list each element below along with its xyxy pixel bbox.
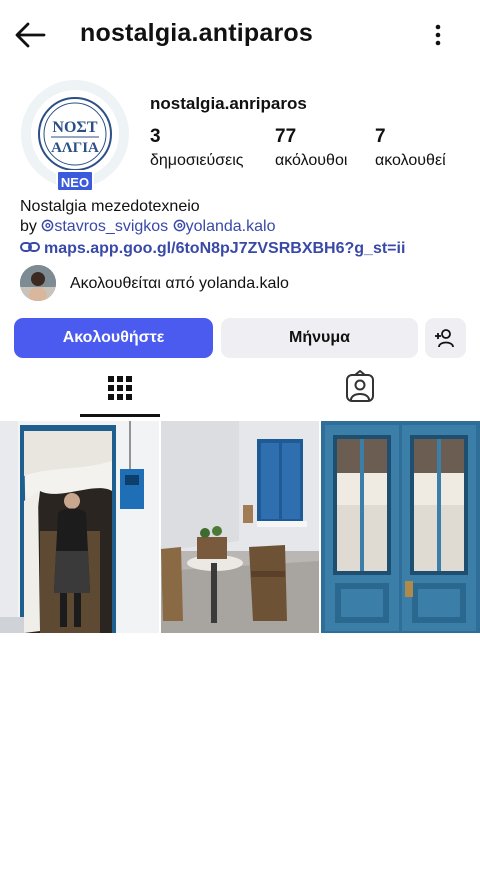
bio-name: Nostalgia mezedotexneio <box>20 198 200 215</box>
post-thumbnail-1[interactable] <box>0 421 159 633</box>
bio-byline: by stavros_svigkos yolanda.kalo <box>20 218 275 236</box>
svg-text:ΝΟΣΤ: ΝΟΣΤ <box>52 119 97 136</box>
stat-posts-count: 3 <box>150 126 161 147</box>
top-bar: nostalgia.antiparos <box>0 0 480 70</box>
mention-stavros[interactable]: stavros_svigkos <box>41 218 168 235</box>
stat-posts[interactable]: 3 δημοσιεύσεις <box>150 126 244 170</box>
followed-by-text: Ακολουθείται από yolanda.kalo <box>70 275 289 293</box>
stat-following-label: ακολουθεί <box>375 152 446 169</box>
followed-by-prefix: Ακολουθείται από <box>70 275 200 292</box>
stat-following[interactable]: 7 ακολουθεί <box>375 126 446 170</box>
follower-avatar <box>20 265 56 301</box>
stat-posts-label: δημοσιεύσεις <box>150 152 244 169</box>
page-title: nostalgia.antiparos <box>80 19 314 47</box>
add-user-button[interactable] <box>425 318 466 358</box>
follow-button[interactable]: Ακολουθήστε <box>14 318 213 358</box>
threads-icon <box>173 219 185 232</box>
svg-text:ΑΛΓΙΑ: ΑΛΓΙΑ <box>51 140 99 156</box>
avatar-logo: ΝΟΣΤ ΑΛΓΙΑ <box>31 90 119 178</box>
bio-link-text: maps.app.goo.gl/6toN8pJ7ZVSRBXBH6?g_st=i… <box>44 240 406 257</box>
add-user-icon <box>435 329 454 348</box>
back-arrow-icon[interactable] <box>14 20 46 50</box>
threads-icon <box>41 219 54 232</box>
tab-posts-grid[interactable] <box>80 370 160 418</box>
mention-yolanda-label: yolanda.kalo <box>185 218 276 235</box>
mention-yolanda[interactable]: yolanda.kalo <box>173 218 276 235</box>
new-badge: ΝΕΟ <box>56 170 94 192</box>
message-button[interactable]: Μήνυμα <box>221 318 418 358</box>
profile-username: nostalgia.anriparos <box>150 94 307 113</box>
stat-followers-label: ακόλουθοι <box>275 152 348 169</box>
grid-icon <box>108 376 132 400</box>
link-icon <box>20 242 40 252</box>
mention-stavros-label: stavros_svigkos <box>54 218 169 235</box>
bio-link[interactable]: maps.app.goo.gl/6toN8pJ7ZVSRBXBH6?g_st=i… <box>20 240 405 258</box>
followed-by-user[interactable]: yolanda.kalo <box>199 275 289 292</box>
tagged-person-icon <box>346 369 374 402</box>
tab-tagged[interactable] <box>320 369 400 418</box>
active-tab-indicator <box>80 414 160 417</box>
more-vertical-icon[interactable] <box>426 22 450 48</box>
post-thumbnail-2[interactable] <box>161 421 319 633</box>
stat-followers[interactable]: 77 ακόλουθοι <box>275 126 347 170</box>
stat-followers-count: 77 <box>275 126 297 147</box>
bio-by-prefix: by <box>20 218 42 235</box>
stat-following-count: 7 <box>375 126 386 147</box>
post-thumbnail-3[interactable] <box>321 421 480 633</box>
